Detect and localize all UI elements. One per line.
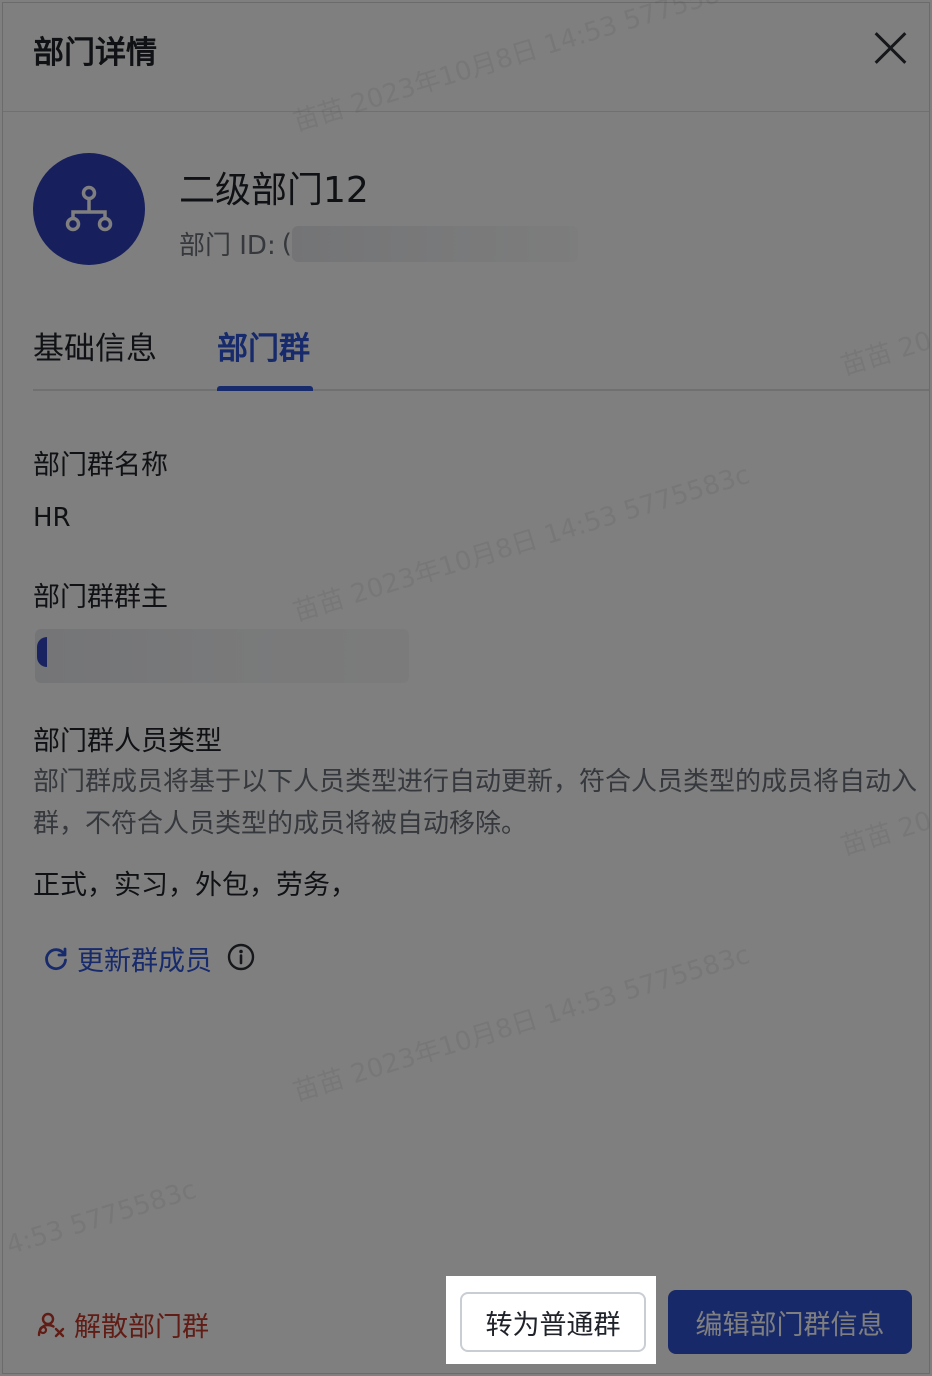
group-name-value: HR bbox=[33, 503, 71, 533]
tab-department-group[interactable]: 部门群 bbox=[217, 323, 310, 368]
info-icon[interactable] bbox=[227, 943, 255, 971]
disband-group-icon bbox=[37, 1312, 65, 1337]
refresh-members-label: 更新群成员 bbox=[77, 946, 212, 977]
tab-bar: 基础信息 部门群 bbox=[33, 323, 929, 391]
department-detail-panel: 部门详情 二级部门12 部门 ID: ( 基础信息 部门群 部门群名称 HR 部… bbox=[2, 0, 932, 1374]
department-id-row: 部门 ID: ( bbox=[179, 225, 578, 262]
active-tab-indicator bbox=[217, 386, 313, 391]
group-name-label: 部门群名称 bbox=[33, 450, 168, 481]
department-id-redacted bbox=[291, 225, 578, 262]
group-owner-redacted bbox=[35, 629, 409, 683]
member-types-value: 正式，实习，外包，劳务， bbox=[33, 870, 357, 901]
convert-to-normal-group-button[interactable]: 转为普通群 bbox=[460, 1292, 646, 1352]
panel-title: 部门详情 bbox=[33, 35, 157, 71]
member-type-description: 部门群成员将基于以下人员类型进行自动更新，符合人员类型的成员将自动入群，不符合人… bbox=[33, 767, 918, 839]
watermark: 苗苗 2023年10月8日 14:53 5775583c bbox=[289, 940, 754, 1108]
panel-header: 部门详情 bbox=[3, 3, 929, 112]
disband-group-label: 解散部门群 bbox=[74, 1312, 209, 1343]
owner-avatar bbox=[37, 637, 47, 667]
refresh-icon bbox=[45, 947, 67, 970]
org-tree-icon bbox=[65, 185, 113, 232]
disband-group-link[interactable]: 解散部门群 bbox=[36, 1305, 209, 1344]
member-type-label: 部门群人员类型 bbox=[33, 726, 222, 757]
department-id-value: ( bbox=[281, 228, 292, 259]
close-icon[interactable] bbox=[871, 29, 909, 67]
department-id-label: 部门 ID: bbox=[179, 231, 276, 261]
department-name: 二级部门12 bbox=[179, 170, 369, 211]
refresh-members-link[interactable]: 更新群成员 bbox=[43, 939, 212, 978]
watermark: 4:53 5775583c bbox=[2, 1174, 200, 1262]
tab-basic-info[interactable]: 基础信息 bbox=[33, 323, 157, 368]
group-owner-label: 部门群群主 bbox=[33, 582, 168, 613]
edit-group-info-button[interactable]: 编辑部门群信息 bbox=[668, 1290, 912, 1354]
department-avatar bbox=[33, 153, 145, 265]
watermark: 苗苗 2023年10月8日 14:53 5775583c bbox=[289, 460, 754, 628]
